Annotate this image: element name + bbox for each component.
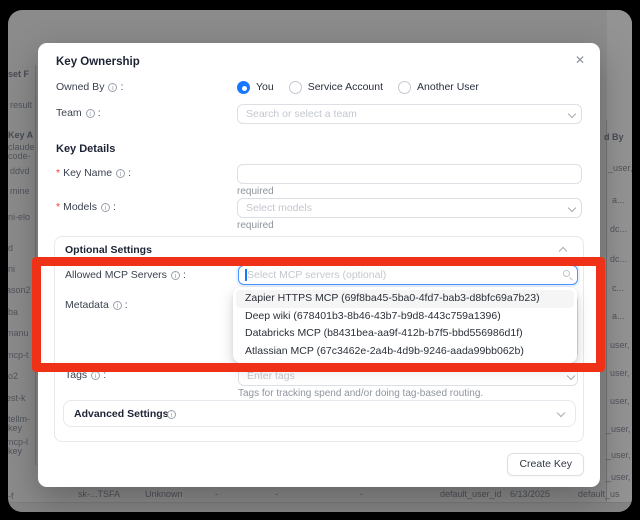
dimmed-table-text: est-k [8,393,26,404]
allowed-mcp-servers-label: Allowed MCP Servers [65,269,186,281]
dimmed-table-text: _user, [606,450,631,461]
mcp-server-option[interactable]: Zapier HTTPS MCP (69f8ba45-5ba0-4fd7-bab… [236,290,574,308]
key-name-input[interactable] [237,164,582,184]
dimmed-table-text: Key A [8,130,33,141]
dimmed-table-text: -f [8,491,14,502]
dimmed-table-text: key [8,423,22,434]
radio-label: Service Account [308,81,383,93]
radio-label: Another User [417,81,479,93]
close-icon[interactable]: ✕ [572,52,588,68]
dimmed-table-text: user, [610,340,630,351]
key-name-label: Key Name [56,167,131,179]
optional-settings-header[interactable]: Optional Settings [65,244,152,256]
radio-option[interactable]: Service Account [289,81,383,94]
dimmed-table-text: code- [8,151,31,162]
owned-by-radio-group: You Service Account Another User [237,79,479,95]
dimmed-table-text: ason2 [8,285,31,296]
dimmed-table-text: ni [8,264,15,275]
create-key-button[interactable]: Create Key [507,453,584,476]
models-required-hint: required [237,220,274,231]
dimmed-table-text: dc... [610,224,627,235]
dimmed-table-text: mcp-t [8,350,29,361]
dimmed-table-text: _user, [606,424,631,435]
search-icon [563,270,570,277]
dimmed-table-cell: 6/13/2025 [510,489,550,499]
mcp-server-dropdown: Zapier HTTPS MCP (69f8ba45-5ba0-4fd7-bab… [233,287,577,363]
advanced-settings-header[interactable]: Advanced Settings [74,408,169,420]
radio-icon [398,81,411,94]
info-icon [167,410,176,419]
radio-icon [237,81,250,94]
radio-label: You [256,81,274,93]
mcp-server-option[interactable]: Deep wiki (678401b3-8b46-43b7-b9d8-443c7… [236,308,574,326]
dimmed-table-cell: - [275,489,278,499]
dimmed-page-footer-band [8,502,632,512]
dimmed-table-text: user, [610,368,630,379]
dimmed-table-text: set F [8,69,29,80]
dimmed-table-text: d By [604,132,624,143]
mcp-server-option[interactable]: Databricks MCP (b8431bea-aa9f-412b-b7f5-… [236,325,574,343]
key-name-required-hint: required [237,186,274,197]
dimmed-table-text: _user, [608,163,632,174]
dimmed-table-text: dc... [610,254,627,265]
radio-icon [289,81,302,94]
models-select[interactable] [237,198,582,218]
dimmed-table-cell: Unknown [145,489,183,499]
info-icon [113,301,122,310]
tags-input[interactable] [238,366,578,386]
text-caret [245,269,247,281]
dimmed-table-text: key [8,446,22,457]
dimmed-table-cell: - [360,489,363,499]
dimmed-table-text: ddvd [10,166,30,177]
create-key-modal: Key Ownership ✕ Owned By You Service Acc… [38,43,600,487]
dimmed-table-text: o2 [8,371,18,382]
dimmed-table-text: _user, [606,472,631,483]
chevron-up-icon [559,247,567,255]
dimmed-table-text: manu [8,328,29,339]
dimmed-table-text: a... [612,311,625,322]
info-icon [108,83,117,92]
info-icon [86,109,95,118]
dimmed-table-text: result [10,100,32,111]
dimmed-table-text: d [8,243,13,254]
dimmed-table-cell: default_user_id [440,489,502,499]
dimmed-table-text: ba [8,307,18,318]
tags-help-text: Tags for tracking spend and/or doing tag… [238,388,483,399]
dimmed-table-text: mine [10,186,30,197]
dimmed-table-cell: - [215,489,218,499]
models-label: Models [56,201,116,213]
tags-label: Tags [65,369,106,381]
dimmed-table-text: c... [612,283,624,294]
radio-option[interactable]: Another User [398,81,479,94]
table-column-divider [35,65,36,465]
info-icon [101,203,110,212]
mcp-servers-input[interactable] [238,265,578,285]
team-label: Team [56,107,101,119]
modal-title: Key Ownership [56,56,140,68]
dimmed-table-text: a... [612,195,625,206]
dimmed-table-text: ni-elo [8,212,30,223]
metadata-label: Metadata [65,299,128,311]
dimmed-table-cell: default_us [578,489,620,499]
info-icon [116,169,125,178]
info-icon [171,271,180,280]
team-select[interactable] [237,104,582,124]
dimmed-table-text: user, [610,396,630,407]
advanced-settings-card: Advanced Settings [63,400,576,427]
dimmed-table-cell: sk-...TSFA [78,489,120,499]
mcp-server-option[interactable]: Atlassian MCP (67c3462e-2a4b-4d9b-9246-a… [236,343,574,361]
chevron-down-icon [557,409,565,417]
info-icon [91,371,100,380]
table-column-divider [606,120,607,502]
owned-by-label: Owned By [56,81,123,93]
app-window: set FresultKey Aclaudecode-ddvdmineni-el… [8,10,632,512]
radio-option[interactable]: You [237,81,274,94]
key-details-heading: Key Details [56,143,115,155]
